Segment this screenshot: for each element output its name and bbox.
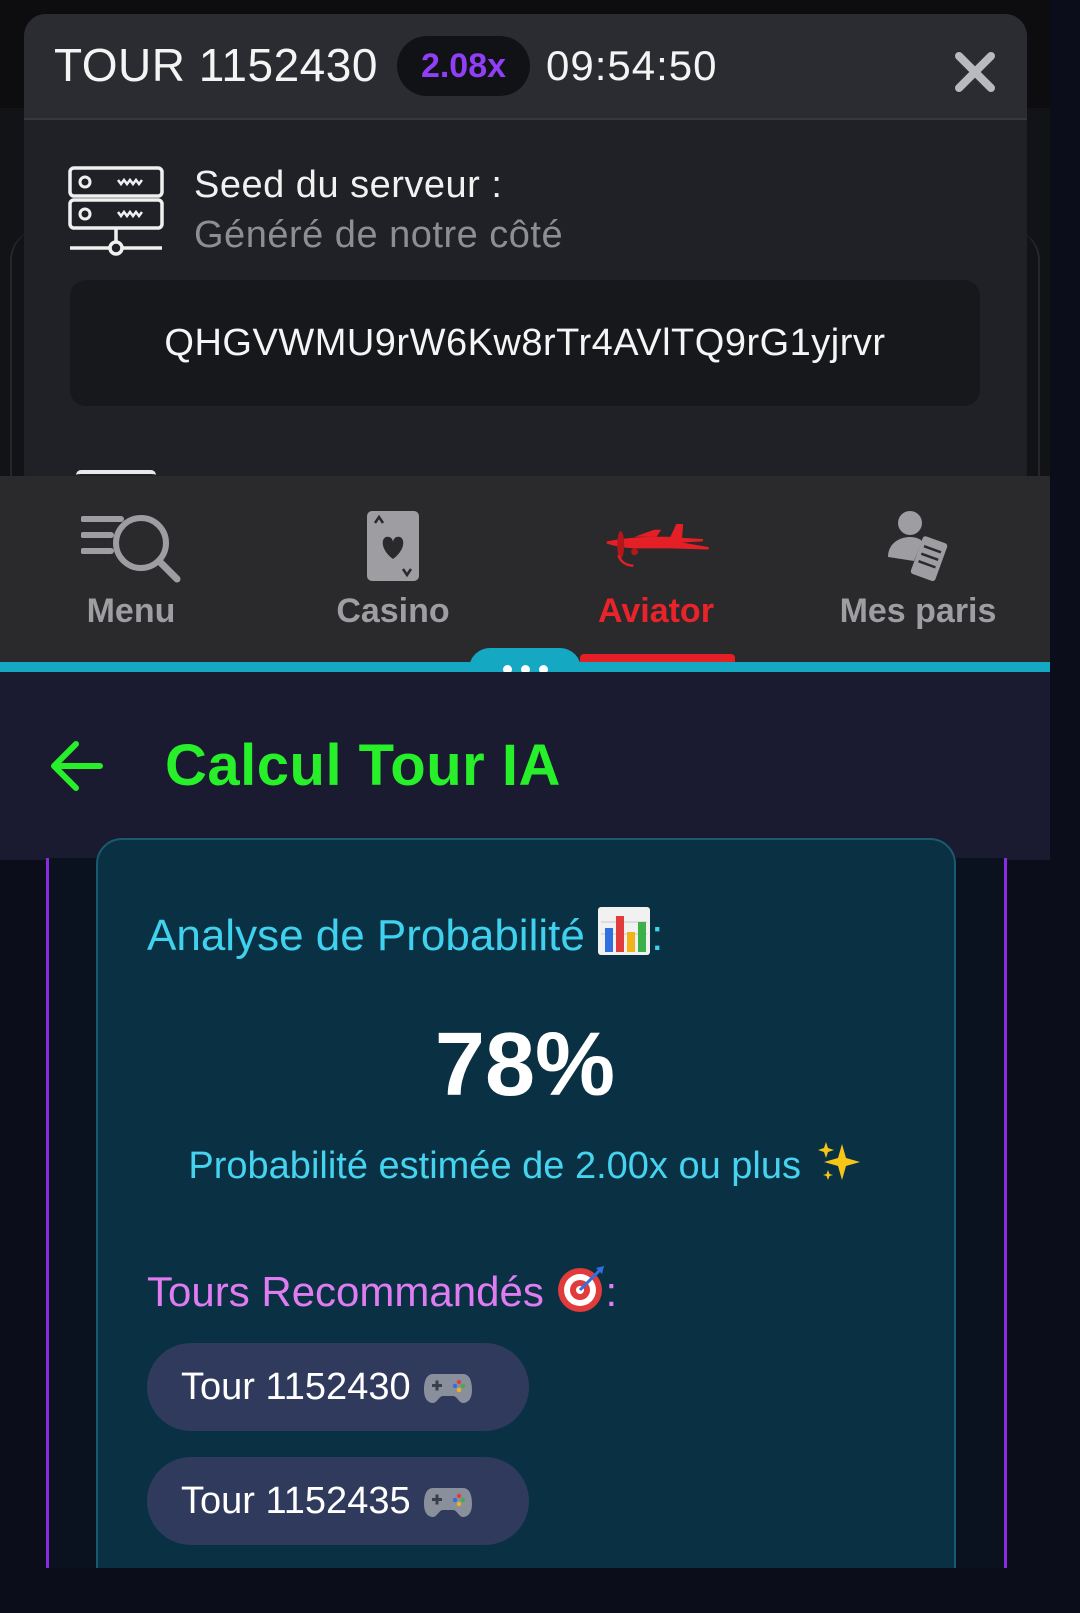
target-icon [557,1266,604,1312]
probability-heading-colon: : [651,911,664,960]
nav-label-casino: Casino [336,592,450,630]
user-ticket-icon [888,511,948,582]
nav-label-menu: Menu [86,592,176,630]
close-icon[interactable] [953,50,997,94]
server-seed-value[interactable]: QHGVWMU9rW6Kw8rTr4AVlTQ9rG1yjrvr [70,280,980,406]
back-arrow-icon[interactable] [48,738,104,794]
playing-card-icon [367,511,419,581]
recommended-tours-heading-text: Tours Recommandés [147,1268,544,1315]
probability-heading: Analyse de Probabilité : [147,906,663,961]
recommended-tours-heading: Tours Recommandés : [147,1264,617,1316]
probability-note-text: Probabilité estimée de 2.00x ou plus [188,1145,802,1187]
nav-item-mes-paris[interactable]: Mes paris [787,476,1049,662]
gamepad-icon [423,1488,472,1517]
recommended-tour-label: Tour 1152430 [181,1365,411,1408]
sparkles-icon [817,1142,860,1180]
active-tab-indicator [580,654,735,662]
page-title: Calcul Tour IA [165,733,561,798]
probability-value: 78% [434,1015,616,1115]
airplane-icon [606,524,709,567]
modal-header: TOUR 1152430 2.08x 09:54:50 [24,14,1027,120]
multiplier-badge: 2.08x [397,36,530,96]
recommended-tours-heading-colon: : [605,1268,618,1315]
recommended-tour-2[interactable]: Tour 1152435 [147,1457,529,1545]
nav-item-aviator[interactable]: Aviator [525,476,787,662]
recommended-tour-1[interactable]: Tour 1152430 [147,1343,529,1431]
nav-label-aviator: Aviator [598,592,714,630]
nav-item-casino[interactable]: Casino [262,476,524,662]
bottom-nav: Menu Casino Aviator Mes paris [0,476,1050,662]
nav-item-menu[interactable]: Menu [0,476,262,662]
nav-label-mes-paris: Mes paris [839,592,997,630]
probability-heading-text: Analyse de Probabilité [147,911,585,960]
bar-chart-icon [598,907,651,955]
screen: TOUR 1152430 2.08x 09:54:50 Seed du serv… [0,0,1050,1568]
probability-note: Probabilité estimée de 2.00x ou plus [0,1140,1050,1188]
gamepad-icon [423,1374,472,1403]
server-icon [68,166,164,256]
round-time: 09:54:50 [546,42,718,89]
recommended-tour-label: Tour 1152435 [181,1479,411,1522]
round-info-overlay: TOUR 1152430 2.08x 09:54:50 Seed du serv… [0,0,1050,494]
round-info-modal: TOUR 1152430 2.08x 09:54:50 Seed du serv… [24,14,1027,494]
server-seed-label: Seed du serveur : [194,164,503,206]
round-title: TOUR 1152430 [54,39,378,91]
menu-search-icon [81,515,181,583]
server-seed-subtitle: Généré de notre côté [194,214,564,256]
